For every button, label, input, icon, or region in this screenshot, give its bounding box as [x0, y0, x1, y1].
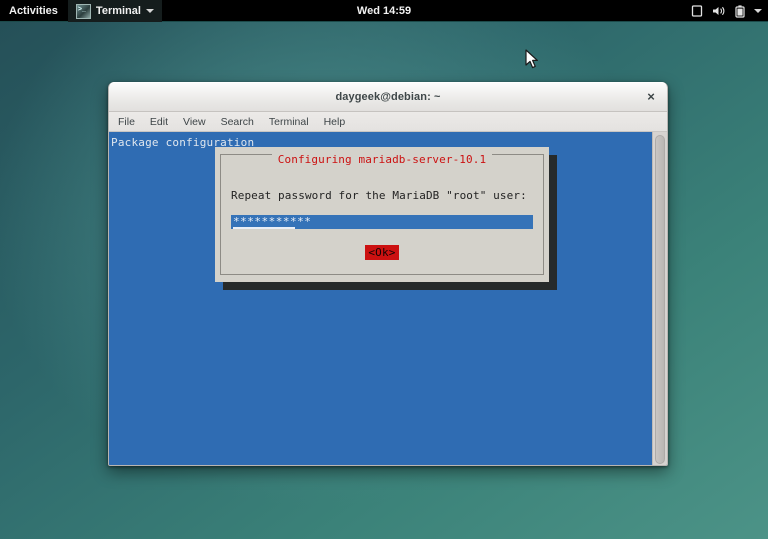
close-icon[interactable]: ×	[644, 90, 658, 104]
dialog-prompt-text: Repeat password for the MariaDB "root" u…	[231, 189, 527, 202]
display-icon	[691, 5, 703, 17]
window-titlebar[interactable]: daygeek@debian: ~ ×	[109, 82, 667, 112]
menu-edit[interactable]: Edit	[150, 116, 168, 128]
scrollbar-thumb[interactable]	[655, 135, 665, 464]
gnome-top-bar: Activities >_ Terminal Wed 14:59	[0, 0, 768, 22]
terminal-screen[interactable]: Package configuration www.2daygeek.com C…	[109, 132, 652, 465]
ok-button[interactable]: <Ok>	[215, 241, 549, 260]
terminal-icon: >_	[75, 3, 91, 19]
terminal-area: Package configuration www.2daygeek.com C…	[109, 132, 667, 465]
menu-search[interactable]: Search	[221, 116, 254, 128]
dialog-title-text: Configuring mariadb-server-10.1	[271, 153, 493, 166]
configuring-dialog: Configuring mariadb-server-10.1 Repeat p…	[215, 147, 549, 282]
dialog-title: Configuring mariadb-server-10.1	[215, 148, 549, 167]
battery-icon	[735, 4, 745, 18]
password-input[interactable]: ***********	[231, 215, 533, 229]
terminal-scrollbar[interactable]	[652, 132, 667, 465]
terminal-window: daygeek@debian: ~ × File Edit View Searc…	[108, 82, 668, 466]
chevron-down-icon[interactable]	[754, 9, 762, 13]
text-cursor-underline	[233, 227, 295, 229]
ok-button-label: <Ok>	[365, 245, 399, 260]
window-title: daygeek@debian: ~	[335, 91, 441, 103]
activities-button[interactable]: Activities	[0, 0, 68, 22]
menu-help[interactable]: Help	[324, 116, 346, 128]
volume-icon	[713, 6, 725, 16]
menu-file[interactable]: File	[118, 116, 135, 128]
app-menu-label: Terminal	[95, 5, 141, 17]
menu-terminal[interactable]: Terminal	[269, 116, 309, 128]
menu-view[interactable]: View	[183, 116, 206, 128]
screen: Activities >_ Terminal Wed 14:59 daygeek…	[0, 0, 768, 539]
chevron-down-icon	[145, 9, 154, 13]
status-area[interactable]	[691, 0, 762, 22]
app-menu-button[interactable]: >_ Terminal	[67, 0, 162, 22]
menu-bar: File Edit View Search Terminal Help	[109, 112, 667, 132]
